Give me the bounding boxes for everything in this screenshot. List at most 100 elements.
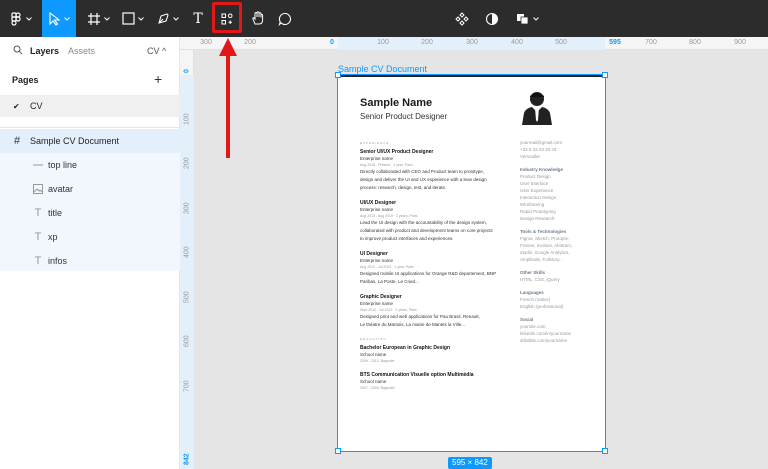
comment-tool-button[interactable] <box>274 0 296 37</box>
section-item: User Interface <box>520 181 549 186</box>
experience-label: EXPERIENCE <box>360 141 390 145</box>
frame-size-badge: 595 × 842 <box>448 457 492 469</box>
resize-handle[interactable] <box>335 448 341 454</box>
move-tool-button[interactable] <box>42 0 76 37</box>
section-item: Interaction Design <box>520 195 557 200</box>
cv-infos: yourmail@gmail.com +33 6 33 33 33 33 Ver… <box>520 139 600 344</box>
hand-tool-button[interactable] <box>246 0 268 37</box>
ruler-tick: 200 <box>421 39 433 46</box>
pen-tool-button[interactable] <box>153 0 183 37</box>
resources-highlight <box>212 2 242 33</box>
hand-icon <box>251 11 263 25</box>
ruler-tick: 400 <box>183 246 191 258</box>
frame-layer-name: Sample CV Document <box>30 136 120 146</box>
layer-row[interactable]: T xp <box>0 225 180 249</box>
resize-handle[interactable] <box>335 72 341 78</box>
resize-handle[interactable] <box>602 72 608 78</box>
boolean-union-icon <box>516 13 528 24</box>
resize-handle[interactable] <box>602 448 608 454</box>
job-desc: Directly collaborated with CEO and Produ… <box>360 169 485 174</box>
frame-icon: # <box>14 135 21 147</box>
pages-heading: Pages <box>12 75 39 85</box>
section-item: English (professional) <box>520 304 564 309</box>
cv-frame[interactable]: Sample Name Senior Product Designer EXPE… <box>337 74 606 452</box>
job-desc: to improve product interfaces and experi… <box>360 236 454 241</box>
frame-tool-button[interactable] <box>82 0 114 37</box>
shape-tool-button[interactable] <box>118 0 148 37</box>
tab-layers[interactable]: Layers <box>30 46 59 56</box>
section-item: Figma, Sketch, Protopie, <box>520 236 570 241</box>
job-desc: Lead the UI design with the accountabili… <box>360 220 487 225</box>
page-item-cv[interactable]: ✔ CV <box>0 95 180 117</box>
image-icon <box>32 183 44 195</box>
ruler-tick: 0 <box>183 69 191 73</box>
section-item: Zeplin, Google Analytics, <box>520 250 570 255</box>
ruler-top: 300 200 0 100 200 300 400 500 595 700 80… <box>180 37 768 50</box>
layer-name: title <box>48 208 63 218</box>
rectangle-icon <box>122 12 135 25</box>
job-title: Graphic Designer <box>360 294 402 300</box>
text-icon: T <box>34 255 42 267</box>
ruler-tick: 100 <box>183 113 191 125</box>
section-item: dribbble.com/yourname <box>520 338 568 343</box>
education-dates: 2007 - 2009, Bagnolet <box>360 386 395 390</box>
education-item: Bachelor European in Graphic Design Scho… <box>360 345 510 364</box>
line-icon <box>32 159 44 171</box>
pen-icon <box>158 13 169 24</box>
ruler-tick: 700 <box>183 380 191 392</box>
section-item: linkedin.com/in/yourname <box>520 331 572 336</box>
divider <box>0 127 180 128</box>
ruler-tick: 300 <box>183 202 191 214</box>
chevron-down-icon <box>173 16 179 21</box>
comment-icon <box>278 12 291 26</box>
section-item: Wireframing <box>520 202 545 207</box>
layer-row[interactable]: avatar <box>0 177 180 201</box>
contact-phone: +33 6 33 33 33 33 <box>520 147 557 152</box>
ruler-tick: 400 <box>511 39 523 46</box>
section-item: HTML, CSS, jQuery <box>520 277 560 282</box>
section-item: Rapid Prototyping <box>520 209 556 214</box>
job-item: UI/UX Designer Enterprise name Aug 2013 … <box>360 200 510 243</box>
cv-experience: EXPERIENCE Senior UI/UX Product Designer… <box>360 141 510 399</box>
section-heading: Tools & Technologies <box>520 229 567 234</box>
job-title: UI Designer <box>360 251 388 257</box>
layer-frame-row[interactable]: # Sample CV Document <box>0 129 180 153</box>
education-item: BTS Communication Visuelle option Multim… <box>360 372 510 391</box>
job-desc: Designed print and web applications for … <box>360 314 480 319</box>
education-dates: 2009 - 2010, Bagnolet <box>360 359 395 363</box>
main-menu-button[interactable] <box>8 0 32 37</box>
ruler-tick: 842 <box>183 453 191 465</box>
layer-name: infos <box>48 256 68 266</box>
job-item: Graphic Designer Enterprise name Sept 20… <box>360 294 510 329</box>
add-page-button[interactable]: + <box>154 71 162 87</box>
toolbar: T <box>0 0 768 37</box>
layer-row[interactable]: top line <box>0 153 180 177</box>
section-item: Amplitude, Fullstory... <box>520 257 563 262</box>
ruler-tick: 600 <box>183 335 191 347</box>
cursor-icon <box>48 11 61 26</box>
ruler-tick: 0 <box>330 39 334 46</box>
search-icon[interactable] <box>13 45 23 55</box>
chevron-down-icon <box>138 16 144 21</box>
layers-panel: Layers Assets CV ^ Pages + ✔ CV # Sample… <box>0 37 180 469</box>
text-icon: T <box>34 231 42 243</box>
ruler-tick: 300 <box>466 39 478 46</box>
mask-button[interactable] <box>482 0 502 37</box>
tab-assets[interactable]: Assets <box>68 46 95 56</box>
ruler-tick: 300 <box>200 39 212 46</box>
job-item: UI Designer Enterprise name Aug 2012 - J… <box>360 251 510 286</box>
job-desc: process: research, design, test, and ite… <box>360 185 447 190</box>
components-button[interactable] <box>452 0 472 37</box>
layer-row[interactable]: T infos <box>0 249 180 273</box>
layer-row[interactable]: T title <box>0 201 180 225</box>
ruler-selection <box>180 75 194 469</box>
ruler-tick: 100 <box>377 39 389 46</box>
frame-label[interactable]: Sample CV Document <box>338 64 427 74</box>
component-icon <box>455 11 469 26</box>
text-tool-button[interactable]: T <box>188 0 208 37</box>
page-selector[interactable]: CV ^ <box>147 46 166 56</box>
chevron-down-icon <box>25 16 32 21</box>
page-name: CV <box>30 101 43 111</box>
boolean-button[interactable] <box>512 0 542 37</box>
panel-header: Layers Assets CV ^ <box>0 37 180 64</box>
